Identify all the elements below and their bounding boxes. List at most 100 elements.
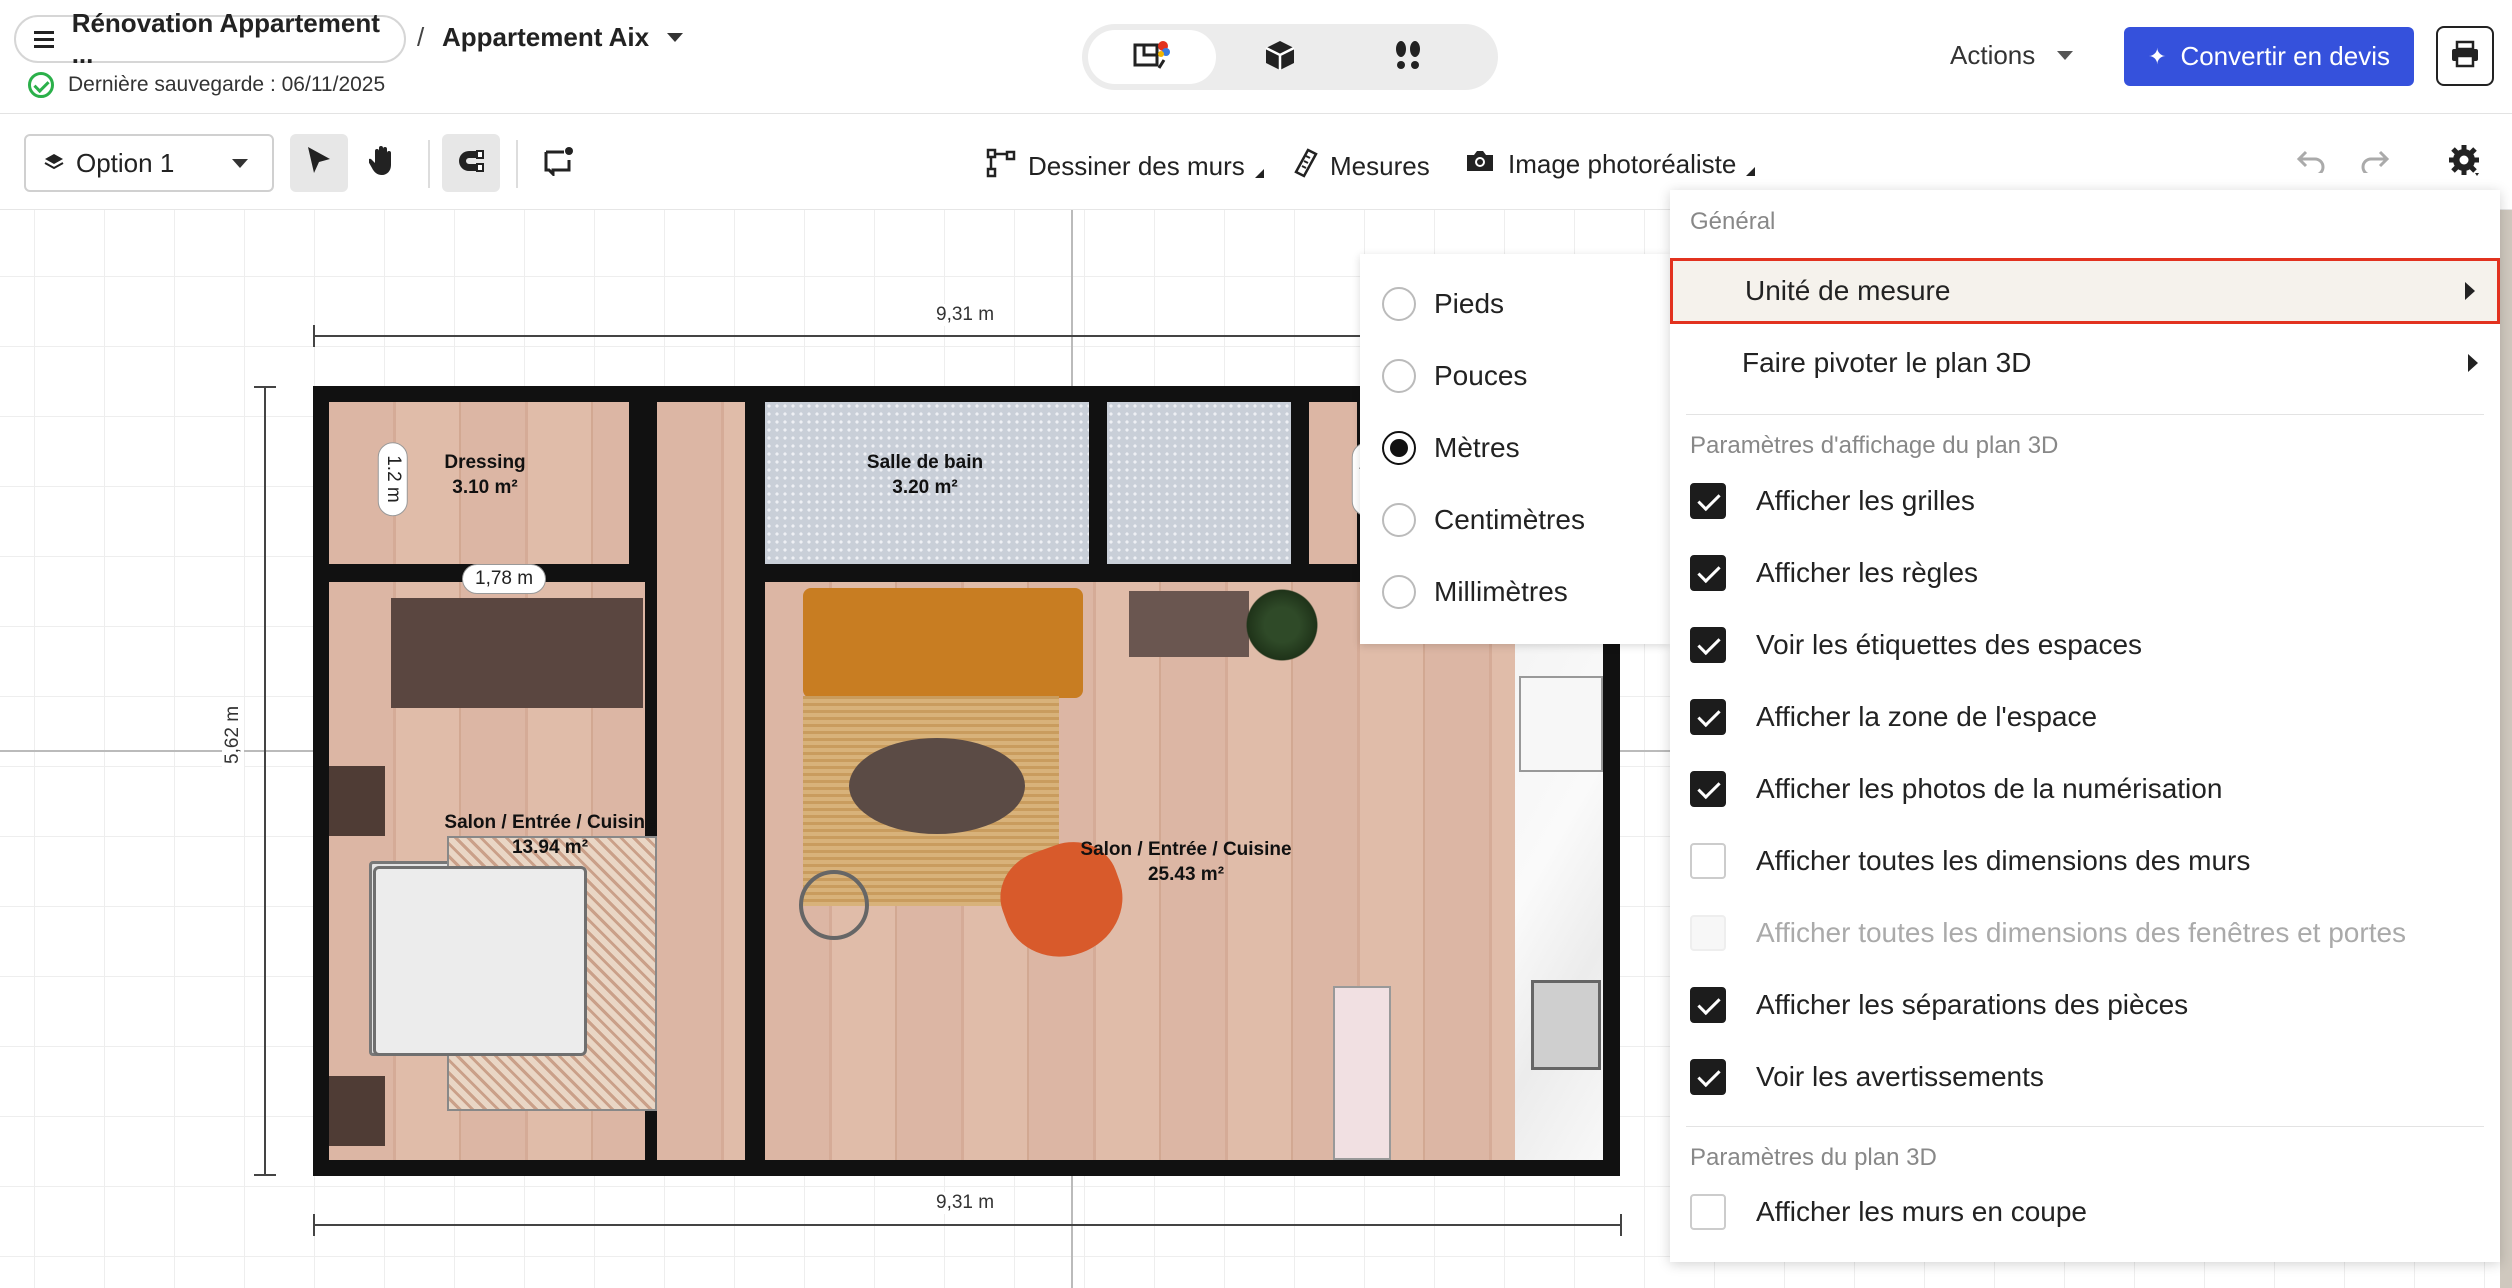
option-label: Option 1 — [76, 147, 175, 178]
checkbox-checked[interactable] — [1690, 555, 1726, 591]
view-2d-button[interactable] — [1088, 30, 1216, 84]
actions-label: Actions — [1950, 40, 2036, 70]
undo-button[interactable] — [2282, 134, 2340, 192]
camera-icon — [1464, 148, 1508, 181]
dimension-tick — [254, 386, 276, 388]
photoreal-image-button[interactable]: Image photoréaliste — [1464, 148, 1756, 181]
display-option[interactable]: Voir les avertissements — [1690, 1053, 2044, 1101]
unit-option-meters[interactable]: Mètres — [1382, 424, 1520, 472]
radio-button[interactable] — [1382, 359, 1416, 393]
display-option[interactable]: Voir les étiquettes des espaces — [1690, 621, 2142, 669]
display-option[interactable]: Afficher les règles — [1690, 549, 1978, 597]
undo-icon — [2296, 149, 2326, 178]
display-option[interactable]: Afficher les photos de la numérisation — [1690, 765, 2222, 813]
pan-tool-button[interactable] — [354, 134, 412, 192]
option-select[interactable]: Option 1 — [24, 134, 274, 192]
snap-magnet-button[interactable] — [442, 134, 500, 192]
option-label: Afficher la zone de l'espace — [1756, 701, 2098, 732]
draw-walls-button[interactable]: Dessiner des murs — [986, 148, 1264, 185]
convert-to-quote-button[interactable]: ✦ Convertir en devis — [2124, 27, 2414, 86]
option-label: Afficher toutes les dimensions des murs — [1756, 845, 2251, 876]
stove — [1531, 980, 1601, 1070]
view-walkthrough-button[interactable] — [1344, 30, 1472, 84]
divider — [1686, 414, 2484, 415]
divider — [1686, 1126, 2484, 1127]
settings-panel: Général Unité de mesure Faire pivoter le… — [1670, 190, 2500, 1262]
menu-item-label: Faire pivoter le plan 3D — [1742, 347, 2032, 378]
annotation-tool-button[interactable] — [530, 134, 588, 192]
sofa — [803, 588, 1083, 698]
settings-button[interactable] — [2436, 134, 2494, 192]
console — [1129, 591, 1249, 657]
room-bathroom-shower[interactable] — [1107, 402, 1291, 564]
room-name: Dressing — [444, 452, 526, 473]
sub-project-label: Appartement Aix — [442, 22, 650, 52]
dressing-width-dimension[interactable]: 1,78 m — [462, 564, 547, 594]
unit-of-measure-item[interactable]: Unité de mesure — [1670, 258, 2500, 324]
dimension-top-label: 9,31 m — [930, 304, 1001, 326]
project-menu-button[interactable]: Rénovation Appartement ... — [14, 8, 406, 69]
room-area: 25.43 m² — [1147, 864, 1225, 885]
room-small[interactable] — [1309, 402, 1357, 564]
unit-label: Centimètres — [1434, 504, 1585, 535]
radio-button[interactable] — [1382, 287, 1416, 321]
nightstand — [329, 766, 385, 836]
chevron-right-icon — [2468, 354, 2478, 372]
radio-button[interactable] — [1382, 575, 1416, 609]
option-label: Afficher les règles — [1756, 557, 1979, 588]
radio-button[interactable] — [1382, 503, 1416, 537]
display-option[interactable]: Afficher toutes les dimensions des murs — [1690, 837, 2250, 885]
checkbox-checked[interactable] — [1690, 627, 1726, 663]
view-3d-button[interactable] — [1216, 30, 1344, 84]
actions-dropdown[interactable]: Actions — [1950, 40, 2074, 71]
print-button[interactable] — [2436, 26, 2494, 86]
room-corridor[interactable] — [657, 402, 745, 1160]
unit-option-feet[interactable]: Pieds — [1382, 280, 1504, 328]
option-label: Voir les étiquettes des espaces — [1756, 629, 2143, 660]
redo-button[interactable] — [2346, 134, 2404, 192]
unit-option-millimeters[interactable]: Millimètres — [1382, 568, 1568, 616]
cabinet — [1333, 986, 1391, 1160]
checkbox-checked[interactable] — [1690, 987, 1726, 1023]
checkbox-checked[interactable] — [1690, 771, 1726, 807]
breadcrumb-separator: / — [417, 22, 425, 52]
checkbox[interactable] — [1690, 843, 1726, 879]
plan3d-option[interactable]: Afficher les murs en coupe — [1690, 1188, 2087, 1236]
unit-option-inches[interactable]: Pouces — [1382, 352, 1527, 400]
display-option[interactable]: Afficher les grilles — [1690, 477, 1975, 525]
select-tool-button[interactable] — [290, 134, 348, 192]
measures-button[interactable]: Mesures — [1294, 148, 1430, 185]
room-area: 3.20 m² — [892, 477, 958, 498]
checkbox-checked[interactable] — [1690, 483, 1726, 519]
checkbox-checked[interactable] — [1690, 1059, 1726, 1095]
chevron-down-icon — [667, 33, 684, 42]
gear-icon — [2447, 143, 2483, 184]
rotate-3d-plan-item[interactable]: Faire pivoter le plan 3D — [1670, 330, 2500, 396]
unit-label: Millimètres — [1434, 576, 1568, 607]
footsteps-icon — [1391, 38, 1425, 77]
dimension-tick — [313, 1214, 315, 1236]
sub-project-dropdown[interactable]: Appartement Aix — [442, 22, 684, 53]
checkbox[interactable] — [1690, 1194, 1726, 1230]
section-display-title: Paramètres d'affichage du plan 3D — [1690, 432, 2059, 459]
2d-plan-icon — [1132, 38, 1172, 77]
unit-label: Mètres — [1434, 432, 1520, 463]
option-label: Afficher les séparations des pièces — [1756, 989, 2189, 1020]
unit-option-centimeters[interactable]: Centimètres — [1382, 496, 1585, 544]
ruler-icon — [1294, 148, 1330, 185]
dressing-depth-dimension[interactable]: 1.2 m — [377, 442, 408, 516]
room-name: Salle de bain — [866, 452, 984, 473]
radio-button-selected[interactable] — [1382, 431, 1416, 465]
nightstand — [329, 1076, 385, 1146]
chevron-down-icon — [2057, 51, 2074, 60]
checkbox — [1690, 915, 1726, 951]
last-save-text: Dernière sauvegarde : 06/11/2025 — [68, 73, 386, 96]
option-label: Afficher les photos de la numérisation — [1756, 773, 2223, 804]
checkbox-checked[interactable] — [1690, 699, 1726, 735]
printer-icon — [2450, 40, 2480, 73]
check-circle-icon — [28, 72, 54, 98]
display-option[interactable]: Afficher les séparations des pièces — [1690, 981, 2188, 1029]
sink — [1519, 676, 1603, 772]
bed-top — [373, 866, 587, 1056]
display-option[interactable]: Afficher la zone de l'espace — [1690, 693, 2097, 741]
